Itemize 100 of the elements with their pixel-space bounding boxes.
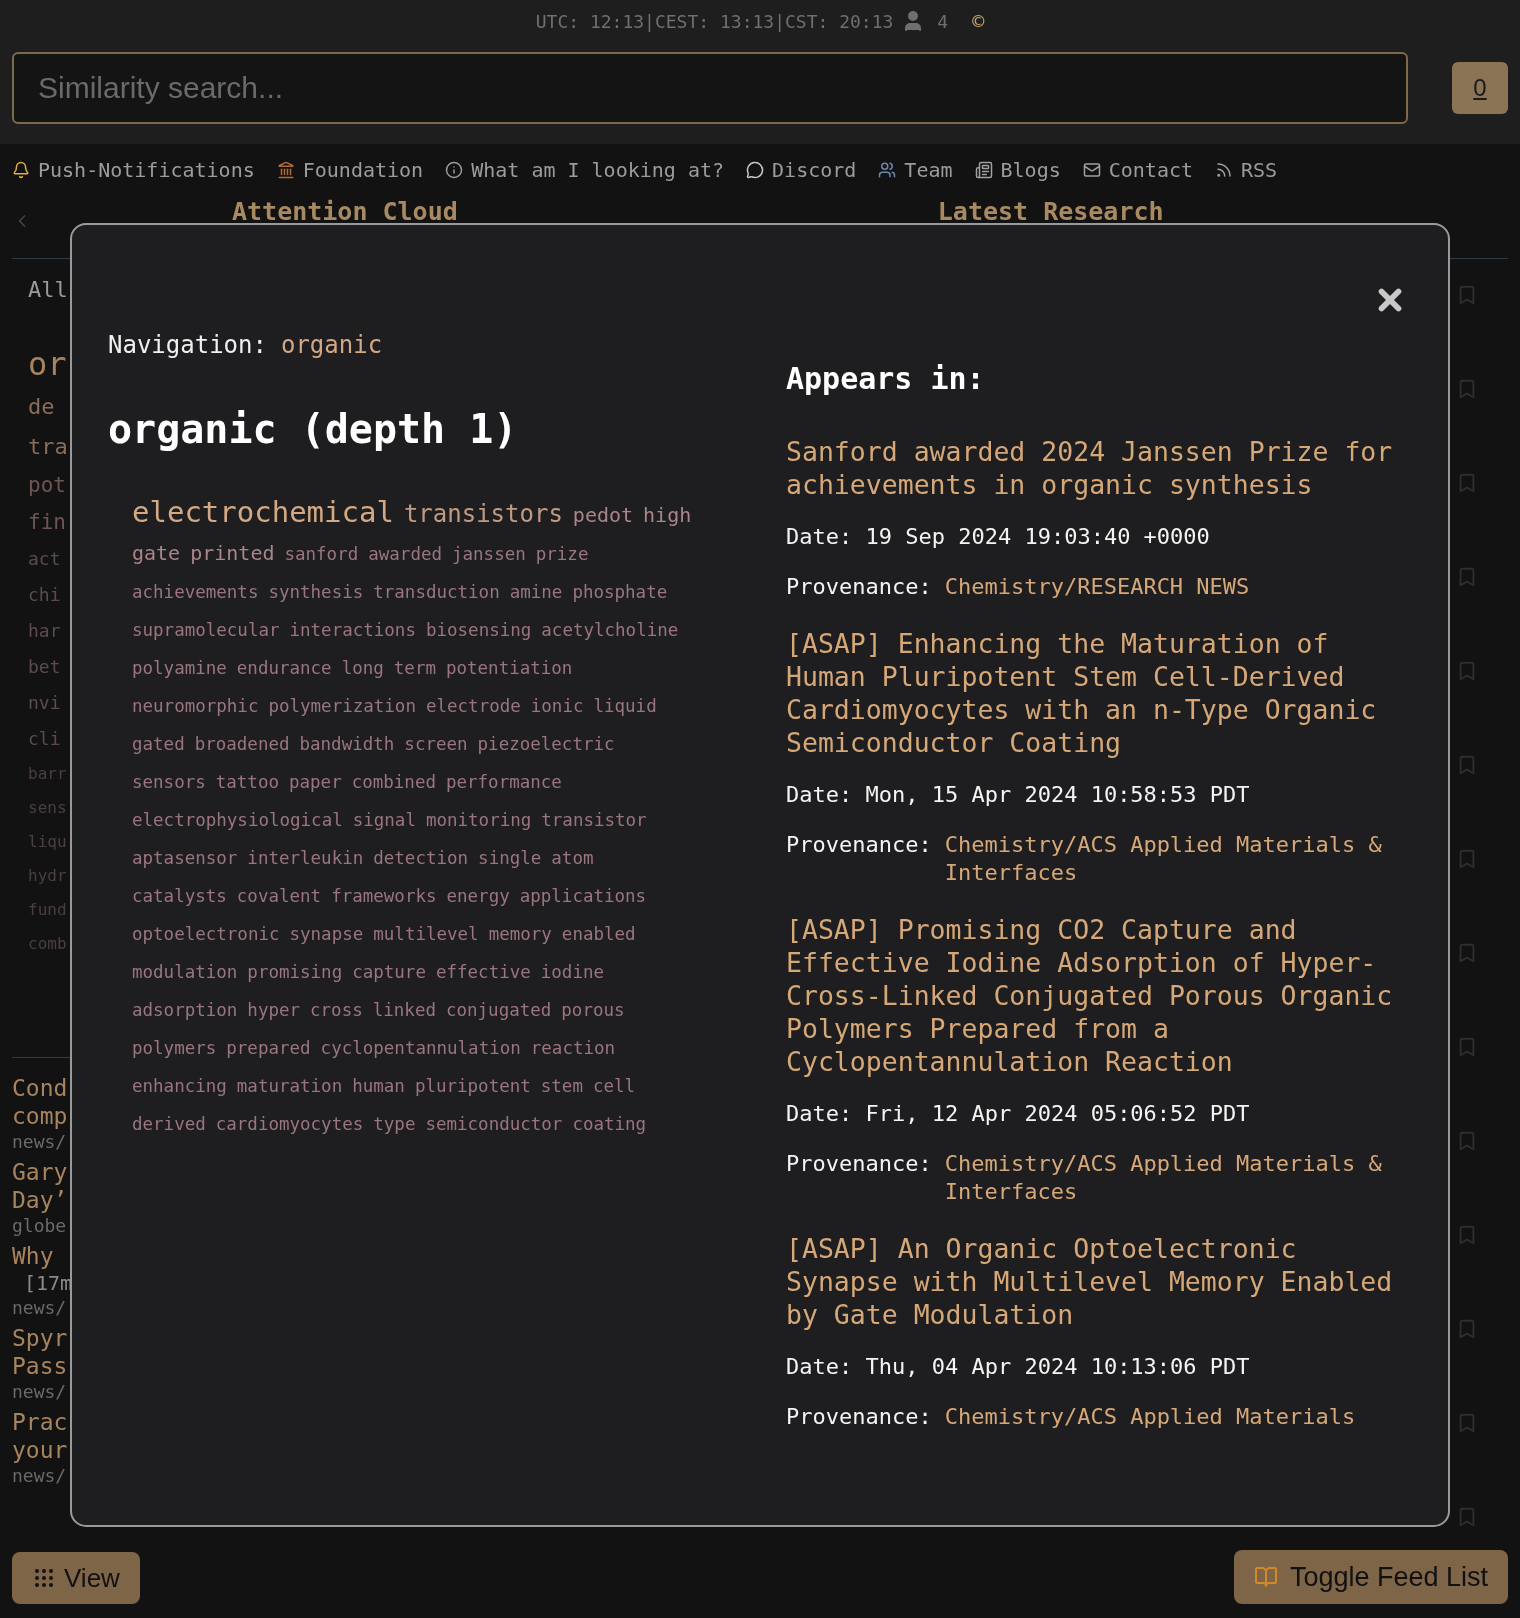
cloud-word[interactable]: adsorption [132, 991, 238, 1029]
cloud-word[interactable]: prize [535, 535, 589, 573]
cloud-word[interactable]: har [28, 613, 70, 649]
cloud-word[interactable]: effective [435, 953, 531, 991]
cloud-word[interactable]: energy [446, 877, 510, 915]
cloud-word[interactable]: monitoring [425, 801, 532, 839]
cloud-word[interactable]: cross [310, 991, 363, 1029]
feed-title[interactable]: Gary [12, 1158, 70, 1186]
feed-title[interactable]: Day’ [12, 1186, 70, 1214]
cloud-word[interactable]: nvi [28, 685, 70, 721]
cloud-word[interactable]: combined [351, 763, 436, 801]
cloud-word[interactable]: tra [28, 427, 70, 467]
cloud-word[interactable]: endurance [236, 649, 332, 687]
cloud-word[interactable]: amine [509, 573, 563, 611]
cloud-word[interactable]: reaction [530, 1029, 616, 1067]
cloud-word[interactable]: supramolecular [132, 611, 280, 649]
cloud-word[interactable]: polymers [132, 1029, 217, 1067]
cloud-word[interactable]: awarded [368, 535, 442, 573]
cloud-word[interactable]: transistor [541, 801, 647, 839]
cloud-word[interactable]: piezoelectric [477, 725, 615, 763]
cloud-word[interactable]: tattoo [215, 763, 279, 801]
navigation-link[interactable]: organic [280, 329, 383, 361]
copyright-link[interactable]: © [972, 6, 985, 36]
cloud-word[interactable]: neuromorphic [132, 687, 259, 725]
cloud-word[interactable]: hyper [247, 991, 301, 1029]
cloud-word[interactable]: applications [519, 877, 647, 915]
provenance-link[interactable]: Chemistry/ACS Applied Materials & Interfaces [944, 1150, 1401, 1206]
search-field[interactable]: Similarity search... [12, 52, 1408, 124]
cloud-word[interactable]: derived [132, 1105, 206, 1143]
cloud-word[interactable]: printed [190, 534, 275, 572]
feed-title[interactable]: Cond [12, 1074, 70, 1102]
nav-link[interactable]: What am I looking at? [445, 155, 725, 185]
cloud-word[interactable]: electrode [425, 687, 521, 725]
cloud-word[interactable]: enhancing [132, 1067, 227, 1105]
cloud-word[interactable]: bandwidth [299, 725, 395, 763]
cloud-word[interactable]: interactions [289, 611, 416, 649]
article-title[interactable]: [ASAP] An Organic Optoelectronic Synapse with Multilevel Memory Enabled by Gate Modulation [786, 1232, 1401, 1331]
nav-link[interactable]: Push-Notifications [12, 155, 255, 185]
cloud-word[interactable]: high [643, 496, 692, 534]
cloud-word[interactable]: bet [28, 649, 70, 685]
cloud-word[interactable]: sensors [132, 763, 206, 801]
cloud-word[interactable]: aptasensor [132, 839, 238, 877]
cloud-word[interactable]: type [373, 1105, 416, 1143]
cloud-word[interactable]: performance [445, 763, 562, 801]
cloud-word[interactable]: ionic [530, 687, 584, 725]
cloud-word[interactable]: signal [352, 801, 416, 839]
cloud-word[interactable]: synthesis [268, 573, 364, 611]
cloud-word[interactable]: electrophysiological [132, 801, 343, 839]
view-button[interactable]: View [12, 1552, 140, 1604]
cloud-word[interactable]: interleukin [247, 839, 364, 877]
nav-link[interactable]: Team [878, 155, 953, 185]
cloud-word[interactable]: phosphate [572, 573, 668, 611]
nav-link[interactable]: Contact [1082, 155, 1194, 185]
cloud-word[interactable]: transduction [373, 573, 500, 611]
cloud-word[interactable]: pluripotent [414, 1067, 531, 1105]
cloud-word[interactable]: term [393, 649, 436, 687]
cloud-word[interactable]: linked [372, 991, 436, 1029]
cloud-word[interactable]: sanford [284, 535, 359, 573]
provenance-link[interactable]: Chemistry/RESEARCH NEWS [944, 573, 1401, 601]
cloud-word[interactable]: act [28, 541, 70, 577]
nav-link[interactable]: Discord [746, 155, 857, 185]
cloud-word[interactable]: polyamine [132, 649, 227, 687]
cloud-word[interactable]: broadened [194, 725, 290, 763]
cloud-word[interactable]: synapse [289, 915, 364, 953]
cloud-word[interactable]: optoelectronic [132, 915, 280, 953]
toggle-feed-button[interactable]: Toggle Feed List [1233, 1550, 1508, 1604]
cloud-word[interactable]: porous [561, 991, 625, 1029]
cloud-word[interactable]: frameworks [331, 877, 437, 915]
cloud-word[interactable]: de [28, 387, 70, 427]
cloud-word[interactable]: enabled [561, 915, 636, 953]
cloud-word[interactable]: cli [28, 721, 70, 757]
feed-title[interactable]: your [12, 1436, 70, 1464]
cloud-word[interactable]: conjugated [445, 991, 552, 1029]
cloud-word[interactable]: stem [540, 1067, 583, 1105]
cloud-word[interactable]: biosensing [425, 611, 532, 649]
cloud-word[interactable]: janssen [452, 535, 526, 573]
cloud-word[interactable]: screen [404, 725, 468, 763]
cloud-word[interactable]: single [478, 839, 542, 877]
cloud-word[interactable]: memory [488, 915, 552, 953]
cloud-word[interactable]: semiconductor [425, 1105, 563, 1143]
cloud-word[interactable]: liquid [593, 687, 657, 725]
provenance-link[interactable]: Chemistry/ACS Applied Materials [944, 1403, 1401, 1431]
cloud-word[interactable]: transistors [403, 495, 563, 533]
cloud-word[interactable]: catalysts [132, 877, 227, 915]
cloud-word[interactable]: pedot [572, 496, 634, 534]
cloud-word[interactable]: modulation [132, 953, 238, 991]
cloud-word[interactable]: or [28, 341, 70, 387]
cloud-word[interactable]: polymerization [268, 687, 416, 725]
provenance-link[interactable]: Chemistry/ACS Applied Materials & Interfaces [944, 831, 1401, 887]
cloud-word[interactable]: coating [572, 1105, 647, 1143]
cloud-word[interactable]: cyclopentannulation [320, 1029, 521, 1067]
feed-title[interactable]: comp [12, 1102, 70, 1130]
cloud-word[interactable]: atom [551, 839, 594, 877]
cloud-word[interactable]: covalent [236, 877, 322, 915]
cloud-word[interactable]: paper [289, 763, 342, 801]
cloud-word[interactable]: fin [28, 504, 70, 541]
cloud-word[interactable]: gate [132, 534, 181, 572]
article-title[interactable]: Sanford awarded 2024 Janssen Prize for achievements in organic synthesis [786, 435, 1401, 501]
cloud-word[interactable]: cardiomyocytes [215, 1105, 364, 1143]
cloud-word[interactable]: electrochemical [132, 493, 394, 531]
